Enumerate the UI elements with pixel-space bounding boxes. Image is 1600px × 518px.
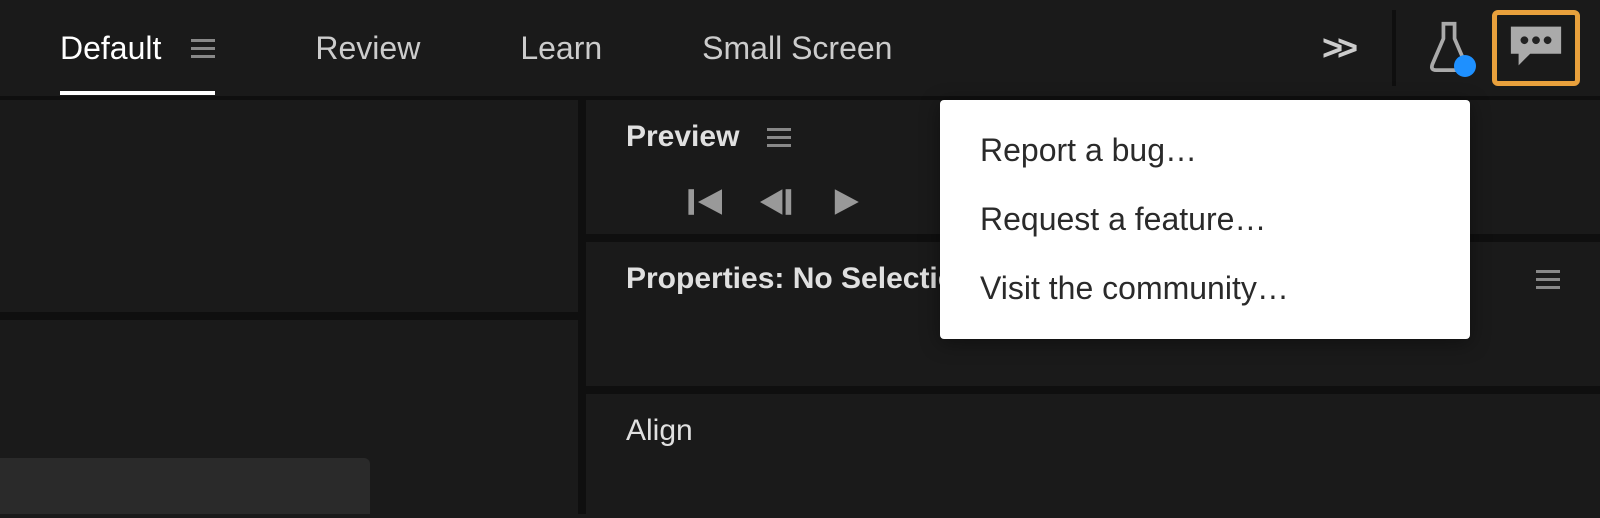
preview-title: Preview <box>626 120 739 154</box>
menu-icon[interactable] <box>191 39 215 58</box>
topbar-right-icons <box>1382 10 1580 86</box>
tab-stub[interactable] <box>0 458 370 514</box>
speech-bubble-icon <box>1507 22 1565 75</box>
menu-item-report-bug[interactable]: Report a bug… <box>940 116 1470 185</box>
menu-icon[interactable] <box>767 128 791 147</box>
tab-small-screen-label: Small Screen <box>702 30 892 67</box>
menu-item-request-feature[interactable]: Request a feature… <box>940 185 1470 254</box>
overflow-chevron-icon[interactable]: >> <box>1322 27 1352 69</box>
step-back-icon[interactable] <box>756 186 796 218</box>
align-title: Align <box>626 414 693 447</box>
feedback-popup-menu: Report a bug… Request a feature… Visit t… <box>940 100 1470 339</box>
tab-default[interactable]: Default <box>60 20 215 77</box>
tab-small-screen[interactable]: Small Screen <box>702 20 892 77</box>
left-lower-panel <box>0 320 578 514</box>
notification-dot-icon <box>1454 55 1476 77</box>
tab-learn-label: Learn <box>520 30 602 67</box>
play-icon[interactable] <box>826 186 866 218</box>
left-upper-panel <box>0 100 578 320</box>
tab-learn[interactable]: Learn <box>520 20 602 77</box>
tab-review-label: Review <box>315 30 420 67</box>
tab-default-label: Default <box>60 30 161 67</box>
menu-icon[interactable] <box>1536 270 1560 289</box>
skip-back-icon[interactable] <box>686 186 726 218</box>
properties-title: Properties: No Selection <box>626 262 974 296</box>
workspace-topbar: Default Review Learn Small Screen >> <box>0 0 1600 100</box>
labs-flask-icon[interactable] <box>1426 20 1472 77</box>
tab-review[interactable]: Review <box>315 20 420 77</box>
align-panel: Align <box>586 394 1600 468</box>
divider <box>1392 10 1396 86</box>
menu-item-visit-community[interactable]: Visit the community… <box>940 254 1470 323</box>
left-panel <box>0 100 586 514</box>
feedback-button[interactable] <box>1492 10 1580 86</box>
workspace-tabs: Default Review Learn Small Screen <box>20 20 1322 77</box>
